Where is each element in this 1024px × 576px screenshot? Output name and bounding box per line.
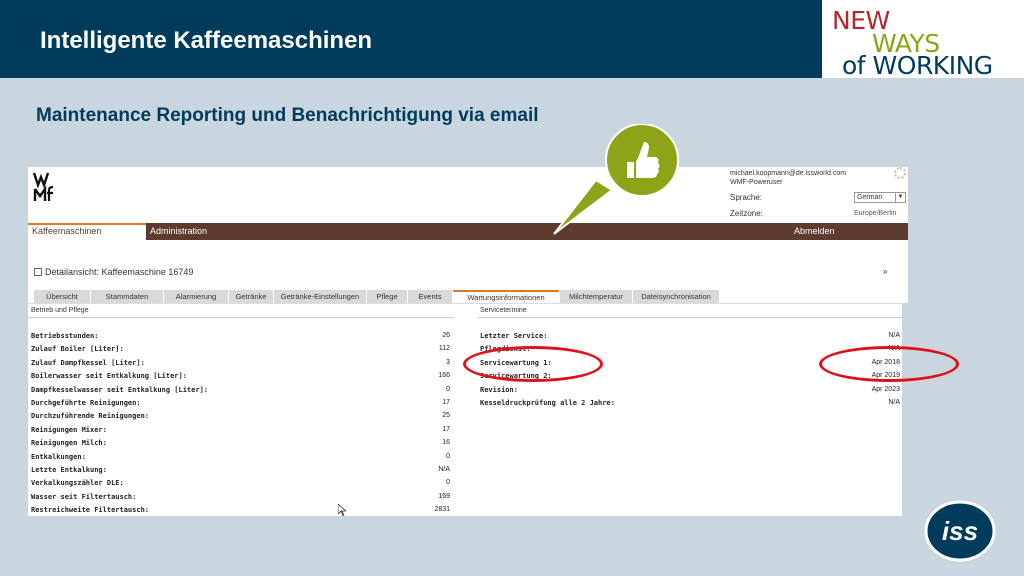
slide-header: Intelligente Kaffeemaschinen <box>0 0 822 78</box>
tab-milchtemperatur[interactable]: Milchtemperatur <box>560 290 632 303</box>
row-label: Boilerwasser seit Entkalkung [Liter]: <box>31 372 187 381</box>
user-role: WMF-Poweruser <box>730 179 783 186</box>
row-value: 0 <box>446 479 450 487</box>
row-label: Restreichweite Filtertausch: <box>31 506 150 515</box>
iss-logo: iss <box>924 500 996 562</box>
slide-title: Intelligente Kaffeemaschinen <box>40 27 373 54</box>
row-label: Reinigungen Mixer: <box>31 425 107 434</box>
highlight-circle <box>819 346 959 382</box>
row-value: N/A <box>888 399 900 406</box>
row-label: Revision: <box>480 385 518 394</box>
language-label: Sprache: <box>730 193 763 202</box>
timezone-label: Zeitzone: <box>730 209 763 218</box>
nav-kaffeemaschinen[interactable]: Kaffeemaschinen <box>28 223 146 240</box>
highlight-circle <box>463 346 603 382</box>
user-email: michael.koopmann@de.issworld.com <box>730 170 847 177</box>
row-label: Letzter Service: <box>480 332 548 340</box>
row-label: Entkalkungen: <box>31 452 86 461</box>
row-label: Letzte Entkalkung: <box>31 466 107 474</box>
row-label: Wasser seit Filtertausch: <box>31 492 137 501</box>
row-value: 25 <box>442 412 450 420</box>
row-value: 2831 <box>434 506 450 514</box>
betrieb-section-title: Betrieb und Pflege <box>31 307 89 314</box>
new-ways-of-working-logo: NEW WAYS of WORKING <box>822 0 1024 78</box>
wmf-logo-icon <box>32 172 54 201</box>
nav-administration[interactable]: Administration <box>146 223 211 240</box>
timezone-value: Europe/Berlin <box>854 210 897 217</box>
double-chevron-down-icon[interactable]: » <box>883 267 887 276</box>
row-label: Verkalkungszähler DLE: <box>31 479 124 488</box>
row-label: Reinigungen Milch: <box>31 439 107 448</box>
slide-subtitle: Maintenance Reporting und Benachrichtigu… <box>36 105 539 126</box>
divider <box>478 317 902 318</box>
machine-icon <box>34 268 42 276</box>
user-info: michael.koopmann@de.issworld.com WMF-Pow… <box>730 169 906 218</box>
row-label: Kesseldruckprüfung alle 2 Jahre: <box>480 399 615 407</box>
row-value: 169 <box>438 492 450 500</box>
row-label: Betriebsstunden: <box>31 332 99 340</box>
row-label: Durchgeführte Reinigungen: <box>31 399 141 407</box>
divider <box>28 317 454 318</box>
row-label: Zulauf Boiler [Liter]: <box>31 345 124 354</box>
main-navbar: Kaffeemaschinen Administration Abmelden <box>28 223 908 240</box>
tab-events[interactable]: Events <box>408 290 452 303</box>
row-value: 16 <box>442 439 450 447</box>
row-label: Zulauf Dampfkessel [Liter]: <box>31 358 145 367</box>
detail-title-text: Detailansicht: Kaffeemaschine 16749 <box>45 267 194 277</box>
wmf-app-window: michael.koopmann@de.issworld.com WMF-Pow… <box>28 167 908 303</box>
logo-line-3: of WORKING <box>842 51 993 80</box>
tab-pflege[interactable]: Pflege <box>367 290 407 303</box>
language-select[interactable]: German ▼ <box>854 192 906 203</box>
row-value: N/A <box>888 332 900 339</box>
tab-dateisynchronisation[interactable]: Dateisynchronisation <box>633 290 719 303</box>
row-label: Durchzuführende Reinigungen: <box>31 412 150 421</box>
row-label: Dampfkesselwasser seit Entkalkung [Liter… <box>31 385 209 394</box>
detail-title: Detailansicht: Kaffeemaschine 16749 <box>34 267 193 277</box>
wmf-logo <box>32 171 58 205</box>
row-value: 0 <box>446 452 450 460</box>
tab-wartungsinformationen[interactable]: Wartungsinformationen <box>453 290 559 303</box>
row-value: Apr 2023 <box>871 385 900 393</box>
row-value: 26 <box>442 332 450 339</box>
row-value: 112 <box>438 345 450 353</box>
row-value: 0 <box>446 385 450 393</box>
detail-tabs: Übersicht Stammdaten Alarmierung Getränk… <box>34 290 908 303</box>
tab-uebersicht[interactable]: Übersicht <box>34 290 90 303</box>
tab-stammdaten[interactable]: Stammdaten <box>91 290 163 303</box>
service-section-title: Servicetermine <box>480 307 527 314</box>
row-value: N/A <box>438 466 450 473</box>
tab-getraenke[interactable]: Getränke <box>229 290 273 303</box>
row-value: 3 <box>446 358 450 366</box>
chevron-down-icon: ▼ <box>895 193 905 202</box>
maintenance-panel: Betrieb und Pflege Servicetermine Betrie… <box>28 303 902 519</box>
thumbs-up-bubble-icon <box>553 124 679 235</box>
logout-button[interactable]: Abmelden <box>790 223 839 240</box>
language-value: German <box>857 194 883 201</box>
tab-getraenke-einstellungen[interactable]: Getränke-Einstellungen <box>274 290 366 303</box>
spinner-icon <box>894 167 906 179</box>
tab-alarmierung[interactable]: Alarmierung <box>164 290 228 303</box>
iss-logo-text: iss <box>942 516 978 546</box>
row-value: 17 <box>442 425 450 433</box>
row-value: 166 <box>438 372 450 380</box>
mouse-cursor-icon <box>337 503 348 519</box>
row-value: 17 <box>442 399 450 406</box>
